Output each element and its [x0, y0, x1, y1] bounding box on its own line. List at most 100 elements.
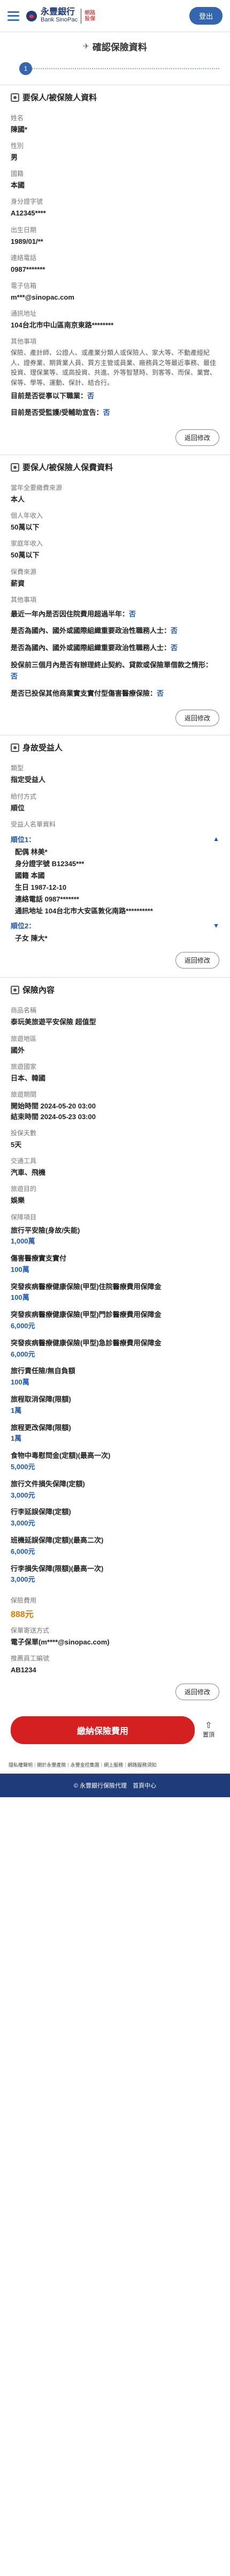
person-card-icon [11, 93, 19, 102]
coverage-item: 旅行責任險/無自負額 100萬 [11, 1364, 219, 1393]
chevron-down-icon: ▼ [213, 921, 219, 929]
coverage-amount: 1,000萬 [11, 1237, 35, 1246]
section-title-text: 保險內容 [22, 986, 55, 995]
agent-id-field: 推薦員工編號 AB1234 [11, 1649, 219, 1677]
beneficiary-detail: 子女 陳大* [15, 934, 48, 943]
beneficiary-rank-2-toggle[interactable]: 順位2： ▼ [11, 917, 219, 933]
section-title-text: 要保人/被保險人保費資料 [22, 463, 113, 473]
menu-icon[interactable] [7, 11, 19, 21]
footer-links: 隱私權聲明 | 關於永豐產險 | 永豐金控集團 | 網上服務 | 網路服務須知 [0, 1747, 230, 1774]
back-to-top-link[interactable]: ⇧ 置頂 [198, 1721, 219, 1739]
page-title: ✈ 確認保險資料 [0, 32, 230, 60]
page-title-text: 確認保險資料 [92, 42, 147, 53]
footer-link[interactable]: 永豐金控集團 [71, 1761, 99, 1768]
person-card-icon [11, 463, 19, 472]
field-label: 身分證字號 [11, 198, 43, 206]
return-edit-button[interactable]: 返回修改 [175, 429, 219, 446]
premium-field: 保險費用 888元 [11, 1591, 219, 1621]
declaration-question: 投保前三個月內是否有辦理終止契約、貸款或保險單借款之情形： 否 [11, 658, 219, 687]
declaration-question: 是否為國內、國外或國際組織重要政治性職務人士：否 [11, 624, 219, 641]
site-footer: © 永豐銀行保險代理 首頁中心 [0, 1773, 230, 1797]
coverage-name: 突發疾病醫療健康保險(甲型)住院醫療費用保障金 [11, 1282, 162, 1291]
occupation-question: 目前是否從事以下職業：否 [11, 391, 95, 400]
info-field: 出生日期 1989/01/** [11, 220, 219, 248]
coverage-item: 突發疾病醫療健康保險(甲型)急診醫療費用保障金 6,000元 [11, 1336, 219, 1365]
insured-section: 要保人/被保險人資料 姓名 陳國* 性別男國籍 本國 身分證字號 A12345**** 出生… [0, 85, 230, 455]
beneficiary-rank-1-details: 配偶 林美* 身分證字號 B12345*** 國籍 本國 生日 1987-12-10 連… [11, 846, 219, 918]
coverage-item: 班機延誤保障(定額)(最高二次) 6,000元 [11, 1533, 219, 1562]
info-field: 旅遊目的 娛樂 [11, 1179, 219, 1207]
field-value: 日本、韓國 [11, 1074, 46, 1082]
info-field: 性別男 [11, 136, 219, 164]
field-label: 連絡電話 [11, 254, 37, 262]
document-icon [11, 985, 19, 994]
coverage-item: 旅程取消保障(限額) 1萬 [11, 1393, 219, 1421]
beneficiary-type-field: 類型 指定受益人 [11, 758, 219, 786]
coverage-name: 旅行文件損失保障(定額) [11, 1479, 85, 1488]
action-bar: 繳納保險費用 ⇧ 置頂 [0, 1709, 230, 1747]
footer-link[interactable]: 隱私權聲明 [9, 1761, 33, 1768]
field-label: 保單寄送方式 [11, 1627, 50, 1635]
field-label: 旅遊地區 [11, 1034, 37, 1043]
field-label: 類型 [11, 764, 24, 772]
beneficiary-rank-1-toggle[interactable]: 順位1： ▲ [11, 831, 219, 846]
step-indicator: 1 [19, 62, 32, 75]
info-field: 國籍 本國 [11, 164, 219, 192]
field-label: 通訊地址 [11, 309, 37, 317]
home-link[interactable]: 首頁中心 [133, 1783, 156, 1789]
question-text: 最近一年內是否因住院費用超過半年： [11, 609, 129, 618]
section-title: 身故受益人 [11, 742, 219, 753]
return-edit-button[interactable]: 返回修改 [175, 710, 219, 727]
question-text: 是否已投保其他商業實支實付型傷害醫療保險： [11, 689, 157, 697]
beneficiary-rank-2-details: 子女 陳大* [11, 933, 219, 944]
logo-tagline: 網路投保 [85, 10, 96, 22]
field-label: 當年全要繳費來源 [11, 484, 63, 492]
return-edit-button[interactable]: 返回修改 [175, 952, 219, 969]
logout-button[interactable]: 登出 [189, 7, 223, 25]
beneficiary-detail: 連絡電話 0987******* [15, 895, 79, 904]
info-field: 連絡電話 0987******* [11, 248, 219, 276]
field-value: 50萬以下 [11, 551, 40, 560]
field-value: 0987******* [11, 265, 45, 273]
payout-method-field: 給付方式 順位 [11, 787, 219, 815]
coverage-amount: 100萬 [11, 1293, 29, 1302]
field-value: 5天 [11, 1141, 22, 1149]
chevron-up-icon: ▲ [213, 835, 219, 843]
info-field: 投保天數 5天 [11, 1123, 219, 1151]
field-label: 其他事項 [11, 595, 37, 604]
question-text: 投保前三個月內是否有辦理終止契約、貸款或保險單借款之情形： [11, 661, 213, 669]
footer-link[interactable]: 關於永豐產險 [37, 1761, 66, 1768]
footer-link[interactable]: 網路服務須知 [127, 1761, 156, 1768]
info-field: 保費來源 薪資 [11, 562, 219, 590]
field-label: 推薦員工編號 [11, 1655, 50, 1663]
beneficiary-detail: 配偶 林美* [15, 847, 48, 856]
field-label: 出生日期 [11, 226, 37, 234]
bank-logo[interactable]: 永豐銀行 Bank SinoPac 網路投保 [26, 8, 97, 24]
question-answer: 否 [11, 672, 18, 680]
return-edit-button[interactable]: 返回修改 [175, 1683, 219, 1700]
section-title: 保險內容 [11, 984, 219, 995]
coverage-name: 食物中毒慰問金(定額)(最高一次) [11, 1451, 111, 1460]
info-field: 電子信箱 m***@sinopac.com [11, 276, 219, 304]
question-answer: 否 [157, 689, 164, 697]
field-value: 104台北市中山區南京東路******** [11, 321, 114, 329]
coverage-amount: 3,000元 [11, 1491, 35, 1499]
beneficiary-detail: 國籍 本國 [15, 871, 45, 880]
field-label: 國籍 [11, 170, 24, 178]
field-value: 50萬以下 [11, 523, 40, 532]
footer-link[interactable]: 網上服務 [104, 1761, 123, 1768]
info-field: 家庭年收入 50萬以下 [11, 534, 219, 562]
field-label: 交通工具 [11, 1157, 37, 1165]
coverage-item: 行李損失保障(限額)(最高一次) 3,000元 [11, 1562, 219, 1590]
info-field: 旅遊期間 開始時間 2024-05-20 03:00 結束時間 2024-05-2… [11, 1085, 219, 1123]
coverage-item: 食物中毒慰問金(定額)(最高一次) 5,000元 [11, 1449, 219, 1477]
pay-premium-button[interactable]: 繳納保險費用 [11, 1716, 195, 1744]
section-title: 要保人/被保險人資料 [11, 92, 219, 103]
coverage-amount: 1萬 [11, 1434, 22, 1443]
marketing-text: 保險、產計師、公證人、或產業分類人或保險人、家大等、不動產經紀人、證券業、期貨業… [11, 349, 217, 386]
field-label: 保費來源 [11, 568, 37, 576]
beneficiary-detail: 生日 1987-12-10 [15, 883, 67, 891]
field-value: 開始時間 2024-05-20 03:00 結束時間 2024-05-23 03… [11, 1101, 96, 1121]
coverage-name: 旅行平安險(身故/失能) [11, 1226, 80, 1234]
coverage-amount: 5,000元 [11, 1463, 35, 1471]
